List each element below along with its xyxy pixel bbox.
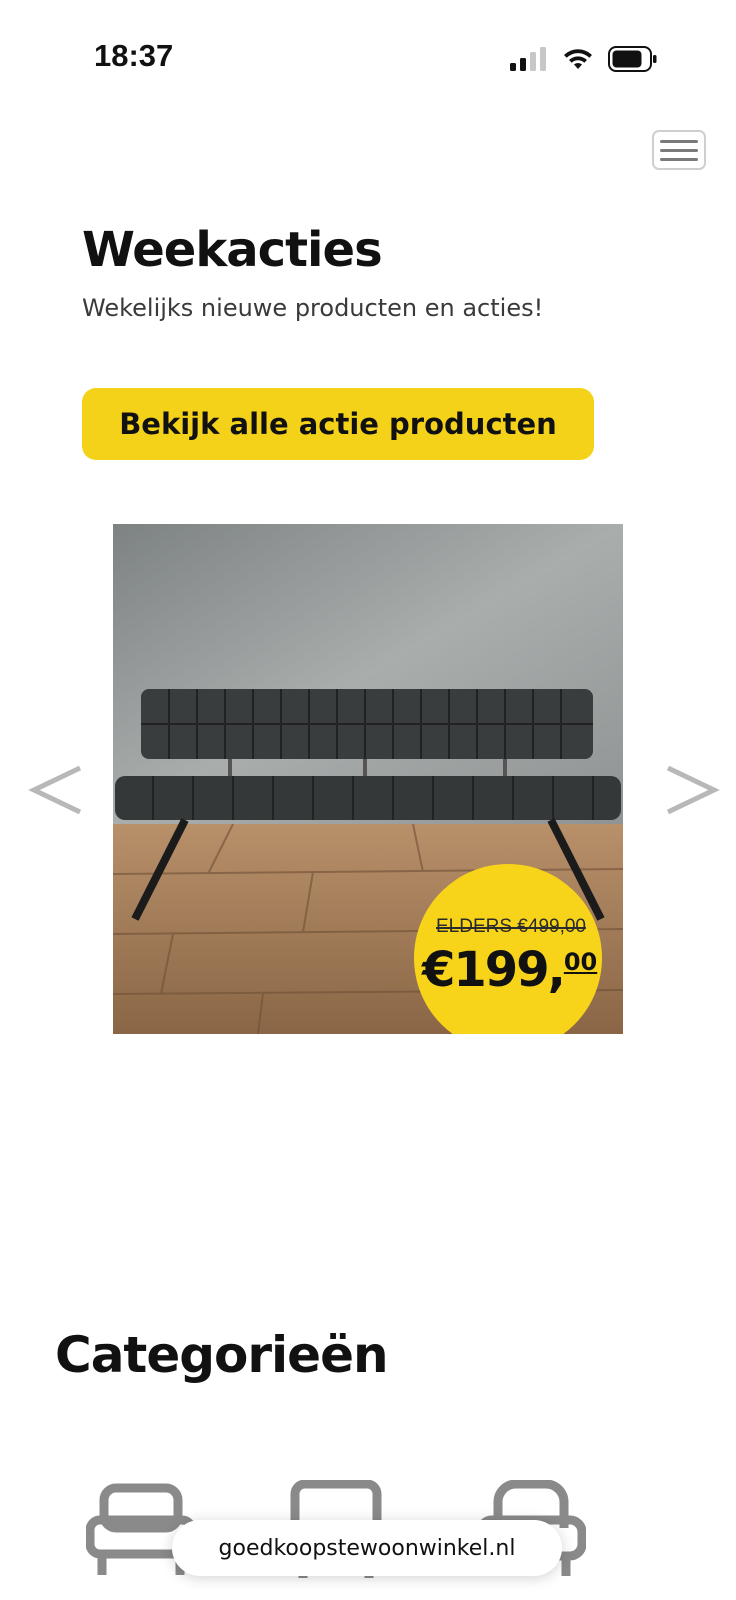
hamburger-menu-icon xyxy=(660,139,698,143)
browser-url-bar[interactable]: goedkoopstewoonwinkel.nl xyxy=(172,1520,562,1576)
page-title: Weekacties xyxy=(82,222,383,278)
old-price: ELDERS €499,00 xyxy=(436,916,586,937)
status-icons xyxy=(510,44,658,74)
chevron-left-icon xyxy=(28,765,82,815)
wifi-icon xyxy=(564,49,592,69)
page-subtitle: Wekelijks nieuwe producten en acties! xyxy=(82,294,544,322)
cellular-signal-icon xyxy=(510,47,546,71)
view-all-deals-button[interactable]: Bekijk alle actie producten xyxy=(82,388,594,460)
categories-title: Categorieën xyxy=(55,1326,389,1384)
carousel-next-button[interactable] xyxy=(664,755,720,825)
carousel-prev-button[interactable] xyxy=(28,755,84,825)
sale-price: €199,00 xyxy=(422,942,598,998)
product-image[interactable]: ELDERS €499,00 €199,00 xyxy=(113,524,623,1034)
chevron-right-icon xyxy=(666,765,720,815)
battery-icon xyxy=(608,46,657,72)
status-time: 18:37 xyxy=(94,38,174,73)
menu-button[interactable] xyxy=(652,130,706,170)
status-bar: 18:37 xyxy=(0,0,736,120)
